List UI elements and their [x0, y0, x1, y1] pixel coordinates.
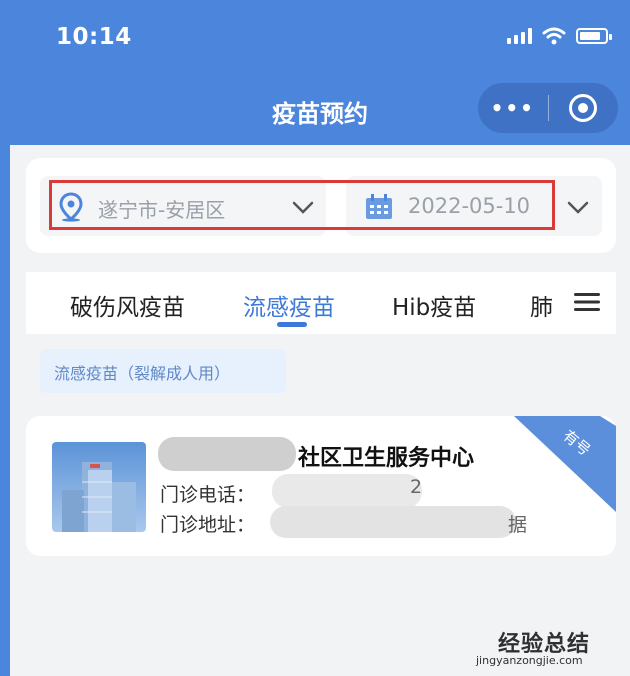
address-label: 门诊地址： [160, 514, 256, 536]
redacted-phone [272, 474, 422, 508]
watermark-url: jingyanzongjie.com [476, 654, 583, 667]
phone-tail: 2 [410, 476, 423, 498]
tab-hib[interactable]: Hib疫苗 [392, 288, 476, 322]
highlight-box [49, 180, 555, 230]
status-icons [507, 27, 612, 45]
app-screen: 10:14 疫苗预约 ••• 遂宁市-安居区 2022-05-10 破伤风疫苗 … [0, 0, 630, 676]
center-name: 社区卫生服务中心 [298, 446, 475, 471]
status-time: 10:14 [56, 24, 132, 50]
chevron-down-icon [567, 201, 589, 214]
address-tail: 据 [508, 514, 528, 536]
availability-ribbon [514, 416, 616, 512]
battery-icon [576, 28, 612, 44]
redacted-address [270, 506, 516, 538]
building-image [52, 442, 146, 532]
close-target-button[interactable] [549, 94, 619, 122]
tab-pneumonia[interactable]: 肺 [530, 288, 553, 322]
chip-label: 流感疫苗（裂解成人用） [54, 364, 231, 383]
miniprogram-capsule: ••• [478, 83, 618, 133]
signal-icon [507, 28, 532, 44]
redacted-name [158, 437, 296, 471]
menu-icon[interactable] [573, 292, 601, 312]
tab-flu[interactable]: 流感疫苗 [243, 288, 335, 322]
target-icon [569, 94, 598, 122]
tab-tetanus[interactable]: 破伤风疫苗 [70, 288, 185, 322]
wifi-icon [542, 27, 566, 45]
phone-label: 门诊电话： [160, 484, 256, 506]
active-tab-indicator [277, 322, 307, 327]
more-dots-icon[interactable]: ••• [478, 96, 548, 120]
